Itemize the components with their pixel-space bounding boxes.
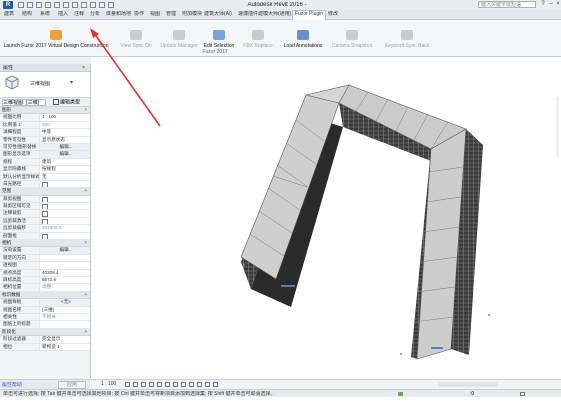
visual-style-icon[interactable] xyxy=(133,382,138,387)
horizontal-scrollbar[interactable] xyxy=(438,382,498,387)
workset-icon[interactable] xyxy=(398,392,403,396)
annotation-arrow xyxy=(90,28,161,127)
shadows-icon[interactable] xyxy=(149,382,154,387)
view-control-bar: 1 : 100 xyxy=(91,379,561,389)
highlight-displacement-icon[interactable] xyxy=(213,382,218,387)
bottom-strip xyxy=(0,397,561,402)
analytical-model-icon[interactable] xyxy=(205,382,210,387)
lock-view-icon[interactable] xyxy=(181,382,186,387)
crop-view-icon[interactable] xyxy=(165,382,170,387)
sun-path-icon[interactable] xyxy=(141,382,146,387)
filter-icon[interactable] xyxy=(520,392,525,396)
detail-level-icon[interactable] xyxy=(125,382,130,387)
render-icon[interactable] xyxy=(157,382,162,387)
reveal-hidden-icon[interactable] xyxy=(197,382,202,387)
view-scale[interactable]: 1 : 100 xyxy=(101,381,116,387)
3d-view-canvas[interactable] xyxy=(90,28,561,379)
navigation-bar[interactable] xyxy=(556,97,559,157)
show-crop-icon[interactable] xyxy=(173,382,178,387)
temp-hide-icon[interactable] xyxy=(189,382,194,387)
